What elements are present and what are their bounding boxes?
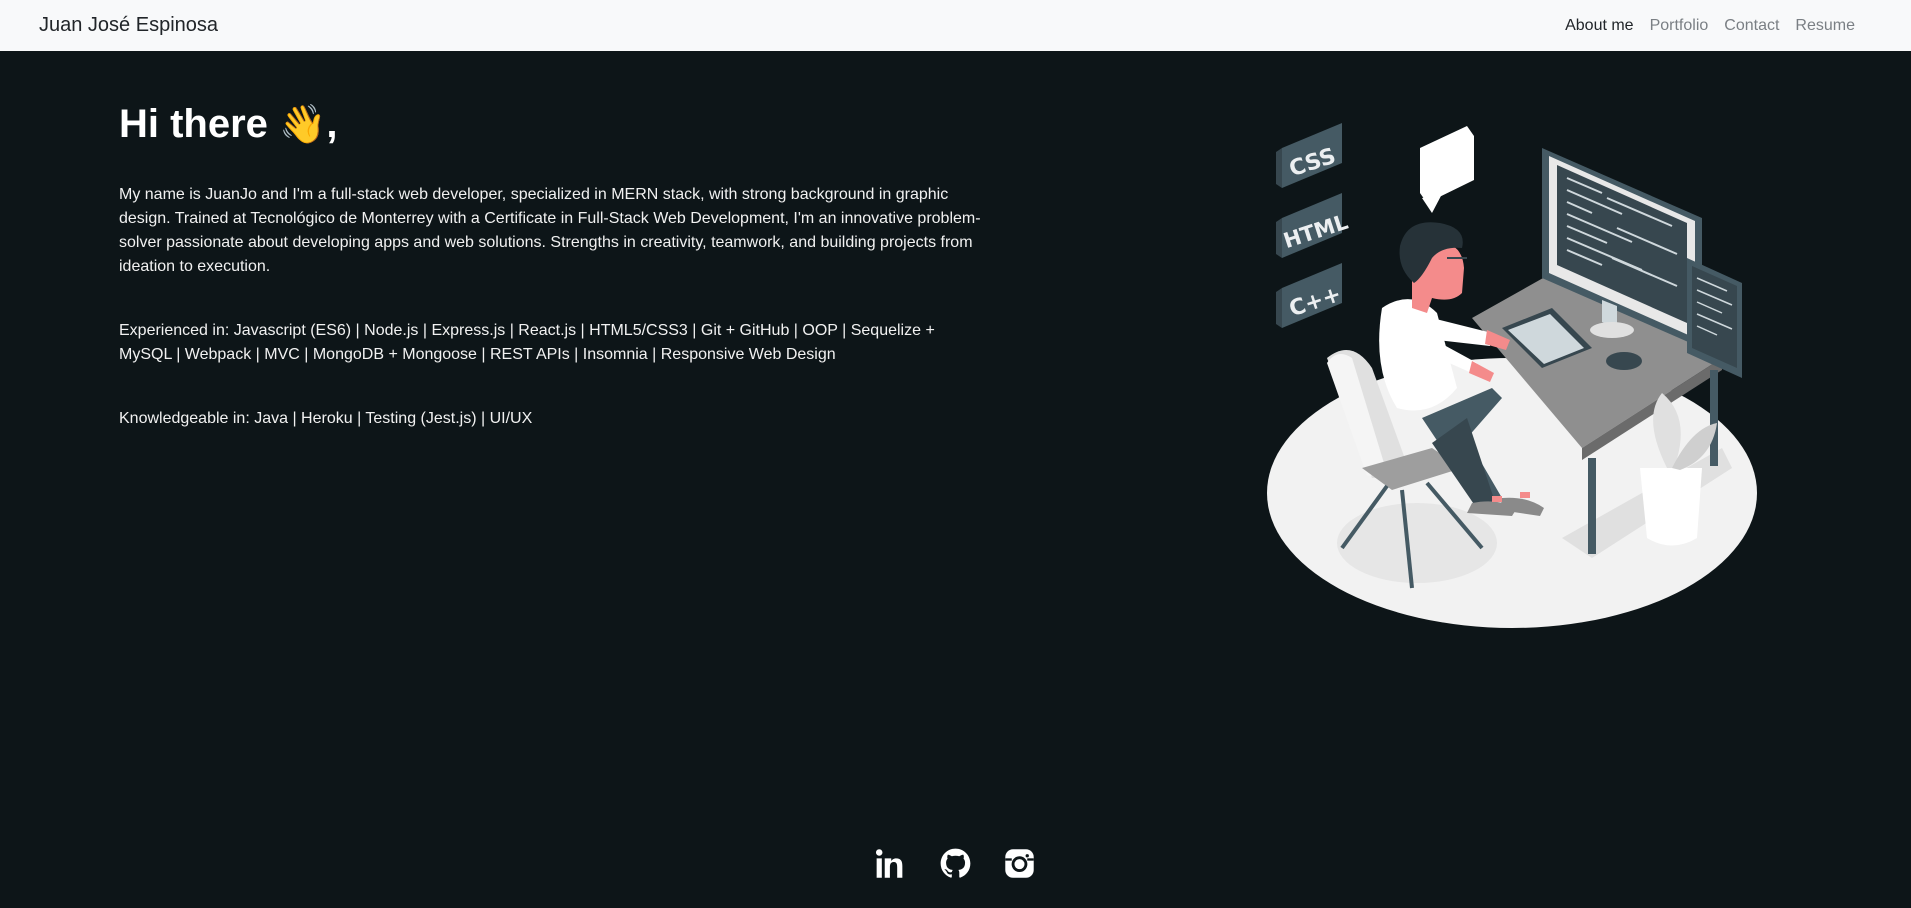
github-icon[interactable] [940, 848, 971, 879]
knowledgeable-paragraph: Knowledgeable in: Java | Heroku | Testin… [119, 410, 533, 427]
nav-link-about[interactable]: About me [1565, 17, 1633, 35]
footer [0, 848, 1911, 892]
linkedin-icon[interactable] [876, 848, 907, 879]
developer-illustration: CSS HTML C++ [1267, 123, 1757, 628]
nav-link-portfolio[interactable]: Portfolio [1650, 17, 1709, 35]
bio-paragraph: My name is JuanJo and I'm a full-stack w… [119, 186, 981, 275]
greeting-heading: Hi there 👋, [119, 97, 989, 153]
instagram-icon[interactable] [1004, 848, 1035, 879]
greeting-text: Hi there [119, 102, 268, 146]
navbar: Juan José Espinosa About me Portfolio Co… [0, 0, 1911, 51]
brand-link[interactable]: Juan José Espinosa [39, 14, 218, 37]
nav-link-resume[interactable]: Resume [1795, 17, 1855, 35]
waving-hand-emoji: 👋 [279, 104, 327, 146]
nav-link-contact[interactable]: Contact [1724, 17, 1779, 35]
greeting-suffix: , [326, 102, 338, 146]
nav-links: About me Portfolio Contact Resume [1565, 17, 1855, 35]
intro-section: Hi there 👋, My name is JuanJo and I'm a … [119, 97, 989, 471]
experienced-paragraph: Experienced in: Javascript (ES6) | Node.… [119, 322, 935, 363]
